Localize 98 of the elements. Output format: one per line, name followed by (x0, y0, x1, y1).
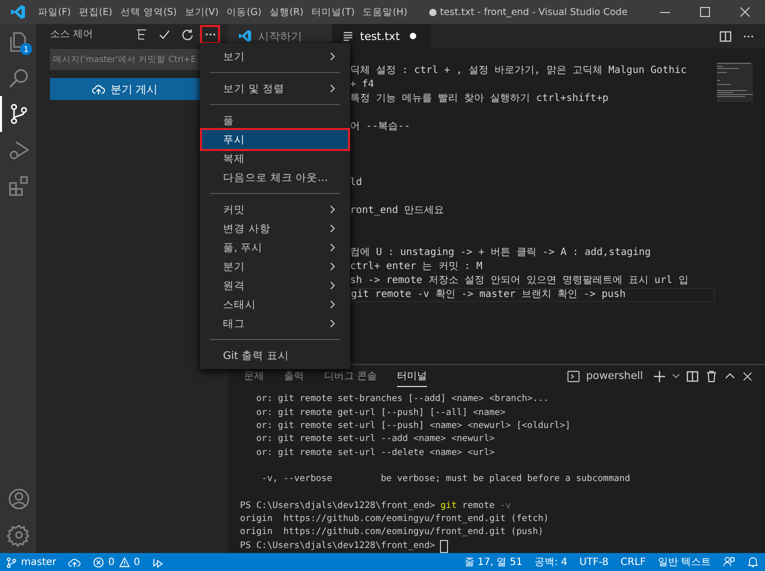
panel-tab[interactable]: 문제 (244, 366, 264, 387)
branch-indicator[interactable]: master (6, 556, 56, 568)
trash-icon[interactable] (705, 370, 718, 383)
settings-icon[interactable] (7, 523, 31, 547)
code-line: 특정 기능 메뉴를 빨리 찾아 실행하기 ctrl+shift+p (350, 92, 610, 106)
text-file-icon (342, 30, 354, 42)
terminal-line: or: git remote set-url [--push] <name> <newurl> [<oldurl>] (255, 420, 572, 434)
chevron-right-icon (329, 205, 336, 214)
code-line: + f4 (350, 78, 376, 92)
menu-item[interactable]: 선택 영역(S) (116, 6, 181, 18)
menu-item[interactable]: 실행(R) (265, 6, 308, 18)
menu-item[interactable]: 파일(F) (34, 6, 75, 18)
menu-item[interactable]: 복제 (202, 149, 348, 168)
feedback-icon[interactable] (723, 556, 735, 568)
chevron-right-icon (329, 281, 336, 290)
terminal-prompt: PS C:\Users\djals\dev1228\front_end> (240, 540, 436, 553)
menu-item[interactable]: 분기 (202, 257, 348, 276)
split-terminal-icon[interactable] (686, 370, 699, 383)
chevron-right-icon (329, 243, 336, 252)
chevron-right-icon (329, 224, 336, 233)
code-line: 컴에 U : unstaging -> + 버튼 클릭 -> A : add,staging (350, 246, 652, 260)
code-line: sh -> remote 저장소 설정 안되어 있으면 명령팔레트에 표시 url 입 (350, 274, 690, 288)
chevron-right-icon (329, 52, 336, 61)
menu-item[interactable]: 도움말(H) (358, 6, 412, 18)
panel-title: 소스 제어 (50, 28, 94, 41)
code-line: 딕체 설정 : ctrl + , 설정 바로가기, 맑은 고딕체 Malgun Gothic (350, 64, 688, 78)
warning-icon (118, 556, 130, 568)
panel-tab[interactable]: 터미널 (397, 366, 428, 387)
menu-item[interactable]: 보기 및 정렬 (202, 79, 348, 98)
bell-icon[interactable] (747, 556, 759, 568)
menu-item[interactable]: 푸시 (202, 130, 348, 149)
terminal-line: origin https://github.com/eomingyu/front_end.git (push) (240, 526, 544, 540)
minimap-drawing (717, 62, 753, 102)
terminal-line: or: git remote get-url [--push] [--all] <name> (255, 406, 507, 420)
check-icon (158, 28, 170, 40)
vscode-logo-icon (10, 4, 26, 20)
terminal-line: or: git remote set-url --add <name> <newurl> (255, 433, 496, 446)
vscode-logo-icon (238, 29, 252, 43)
refresh-icon (180, 28, 194, 40)
publish-branch-button[interactable]: 분기 게시 (50, 78, 200, 100)
close-icon[interactable] (742, 370, 753, 382)
plus-icon[interactable] (653, 370, 666, 383)
panel-tab[interactable]: 출력 (284, 366, 304, 387)
status-item[interactable]: 줄 17, 열 51 (464, 555, 522, 569)
close-icon[interactable] (739, 6, 751, 18)
menu-item[interactable]: 스태시 (202, 295, 348, 314)
list-tree-icon (134, 28, 148, 40)
status-item[interactable]: UTF-8 (579, 556, 609, 568)
menu-item[interactable]: 원격 (202, 276, 348, 295)
chevron-right-icon (329, 262, 336, 271)
terminal-line: or: git remote set-url --delete <name> <url> (255, 446, 496, 460)
menu-item[interactable]: 이동(G) (222, 6, 266, 18)
window-title: ● test.txt - front_end - Visual Studio Code (428, 6, 629, 18)
chevron-down-icon[interactable] (672, 372, 680, 380)
error-icon (93, 556, 104, 568)
terminal-line: -v, --verbose be verbose; must be placed before a subcommand (260, 473, 632, 486)
menu-item[interactable]: 편집(E) (74, 6, 116, 18)
code-line: 어 --복습-- (350, 120, 412, 134)
problems-indicator[interactable]: 0 0 (93, 556, 140, 568)
terminal-icon (567, 370, 580, 383)
cloud-upload-icon[interactable] (68, 556, 82, 568)
text-cursor (440, 540, 448, 553)
menu-item[interactable]: 태그 (202, 314, 348, 333)
chevron-right-icon (329, 84, 336, 93)
unsaved-dot-icon (408, 32, 417, 40)
terminal-line: or: git remote set-branches [--add] <name> <branch>... (255, 393, 550, 406)
code-line: ctrl+ enter 는 커밋 : M (350, 260, 484, 274)
commit-message-field[interactable]: 메시지('master'에서 커밋할 Ctrl+E (50, 49, 200, 70)
chevron-right-icon (329, 300, 336, 309)
terminal-line: origin https://github.com/eomingyu/front_end.git (fetch) (240, 513, 550, 526)
code-line: ld (350, 176, 364, 190)
live-share-icon[interactable] (152, 556, 164, 568)
menu-item[interactable]: 변경 사항 (202, 219, 348, 238)
menu-item[interactable]: 풀, 푸시 (202, 238, 348, 257)
terminal-selector[interactable]: powershell (586, 370, 643, 382)
status-item[interactable]: 공백: 4 (534, 555, 568, 569)
account-icon[interactable] (7, 487, 31, 511)
menu-item[interactable]: 다음으로 체크 아웃... (202, 168, 348, 187)
cloud-upload-icon (92, 82, 106, 96)
menu-item[interactable]: 풀 (202, 111, 348, 130)
menu-item[interactable]: 터미널(T) (308, 6, 359, 18)
editor-tab[interactable]: test.txt (332, 24, 430, 48)
code-line: ront_end 만드세요 (350, 204, 446, 218)
branch-icon (6, 556, 17, 568)
status-item[interactable]: CRLF (620, 556, 646, 568)
menu-item[interactable]: 보기(V) (180, 6, 223, 18)
split-editor-icon[interactable] (719, 30, 732, 42)
extensions-icon (7, 174, 31, 198)
maximize-icon[interactable] (699, 6, 711, 18)
menu-item[interactable]: 커밋 (202, 200, 348, 219)
chevron-right-icon (329, 319, 336, 328)
panel-tab[interactable]: 디버그 콘솔 (324, 366, 378, 387)
status-item[interactable]: 일반 텍스트 (658, 555, 711, 569)
menu-item[interactable]: 보기 (202, 47, 348, 66)
terminal-line: PS C:\Users\djals\dev1228\front_end> git remote -v (240, 500, 512, 513)
notification-badge: 1 (20, 43, 32, 55)
activity-item[interactable]: 1 (0, 24, 36, 60)
menu-item[interactable]: Git 출력 표시 (202, 346, 348, 365)
